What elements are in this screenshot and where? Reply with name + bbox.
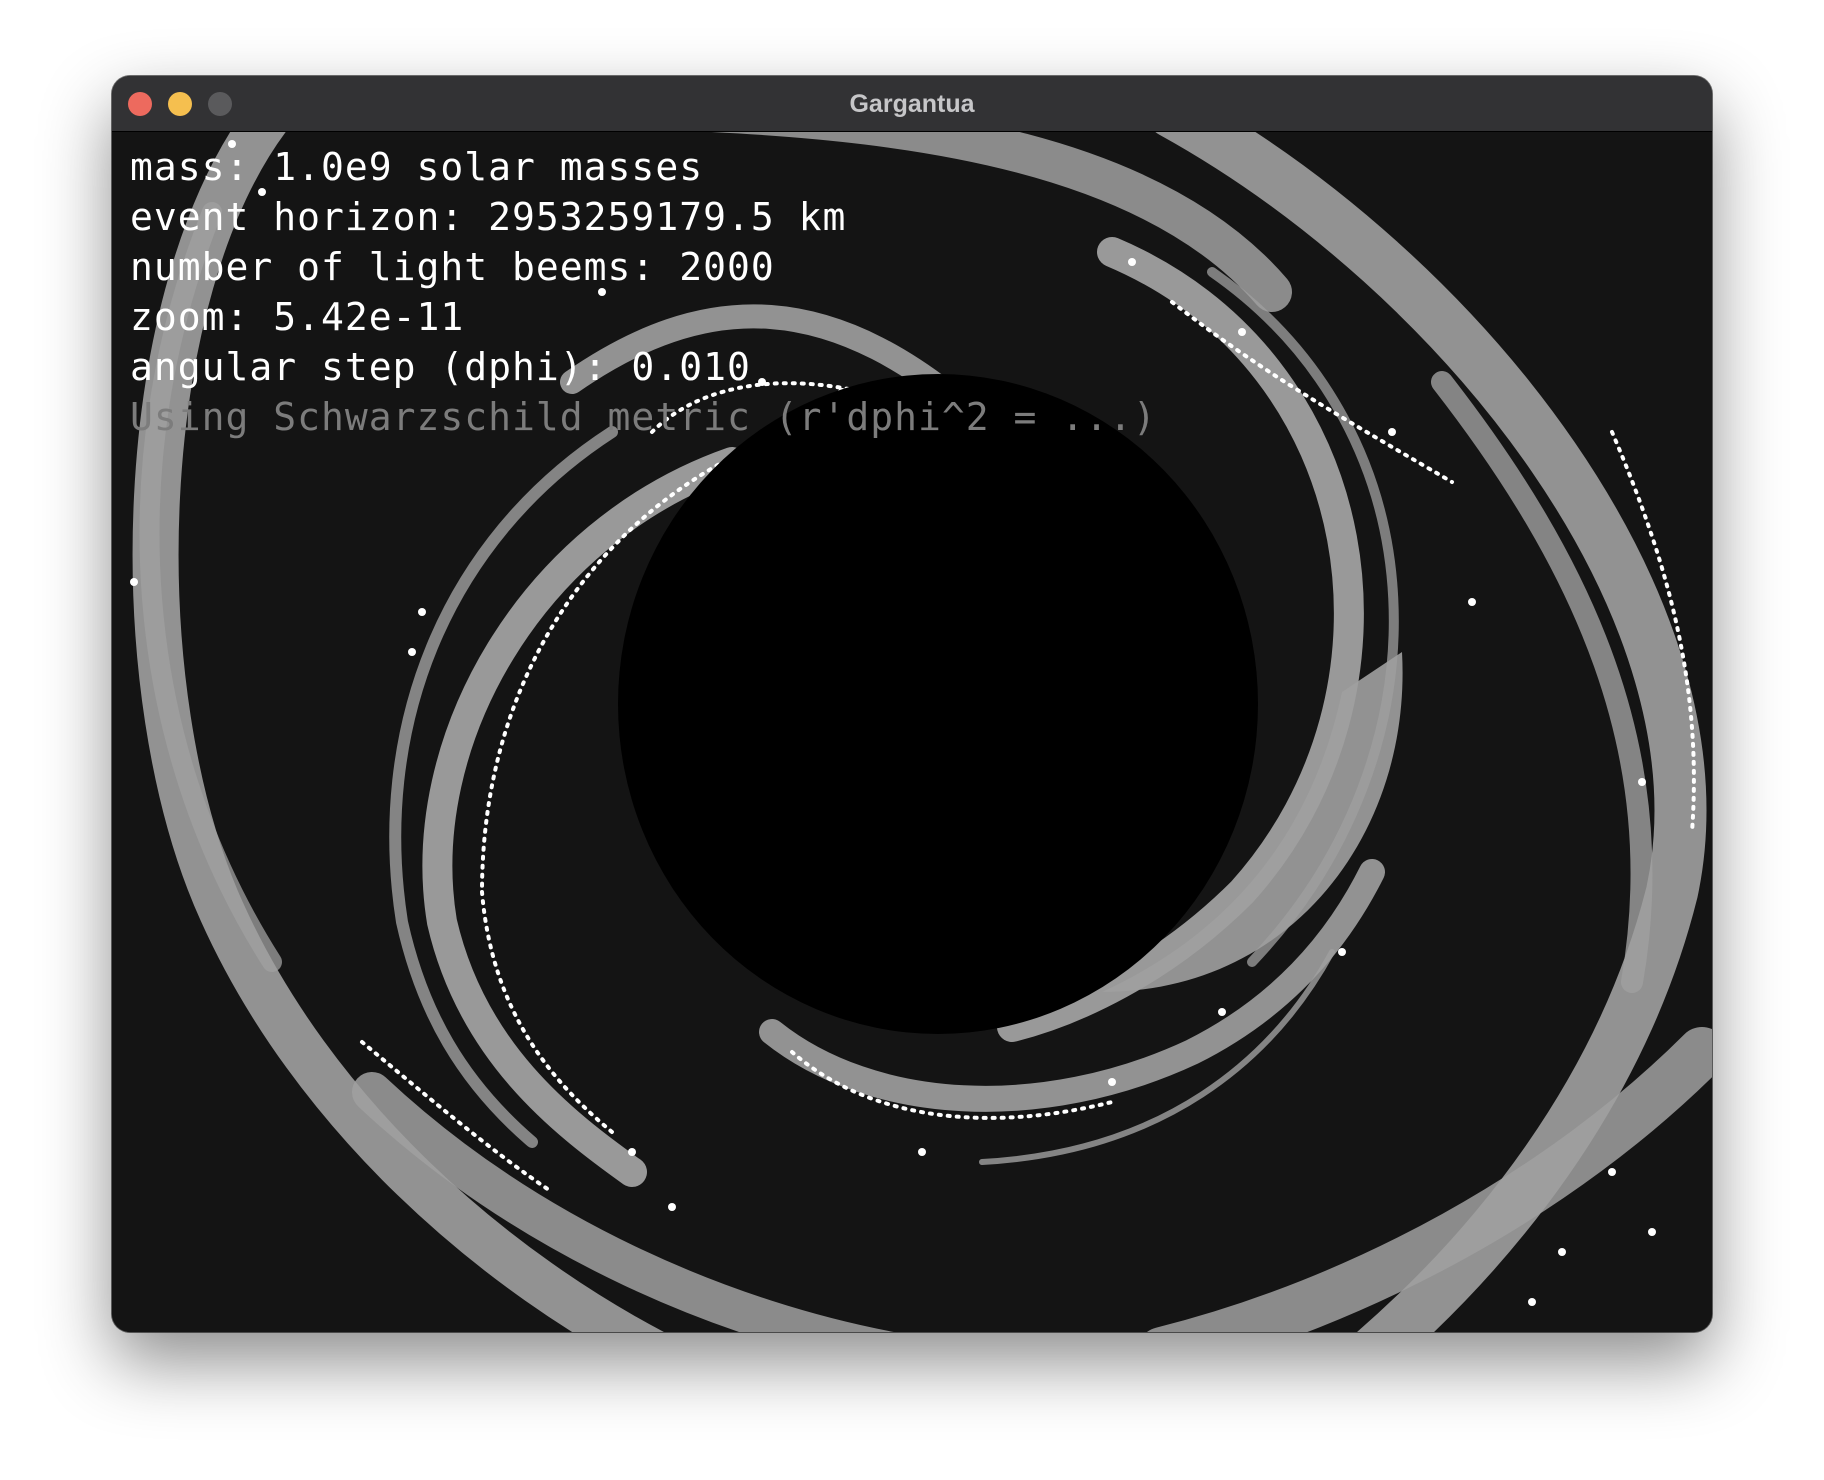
light-beams-readout: number of light beems: 2000 [130, 245, 775, 289]
app-window: Gargantua mass: 1.0e9 solar masses event… [112, 76, 1712, 1332]
info-overlay: mass: 1.0e9 solar masses event horizon: … [130, 142, 1157, 442]
metric-note: Using Schwarzschild metric (r'dphi^2 = .… [130, 395, 1157, 439]
title-bar[interactable]: Gargantua [112, 76, 1712, 132]
event-horizon-readout: event horizon: 2953259179.5 km [130, 195, 847, 239]
render-canvas[interactable]: mass: 1.0e9 solar masses event horizon: … [112, 132, 1712, 1332]
mass-readout: mass: 1.0e9 solar masses [130, 145, 704, 189]
zoom-readout: zoom: 5.42e-11 [130, 295, 465, 339]
angular-step-readout: angular step (dphi): 0.010 [130, 345, 751, 389]
event-horizon-shadow [618, 374, 1258, 1034]
window-title: Gargantua [849, 90, 975, 118]
